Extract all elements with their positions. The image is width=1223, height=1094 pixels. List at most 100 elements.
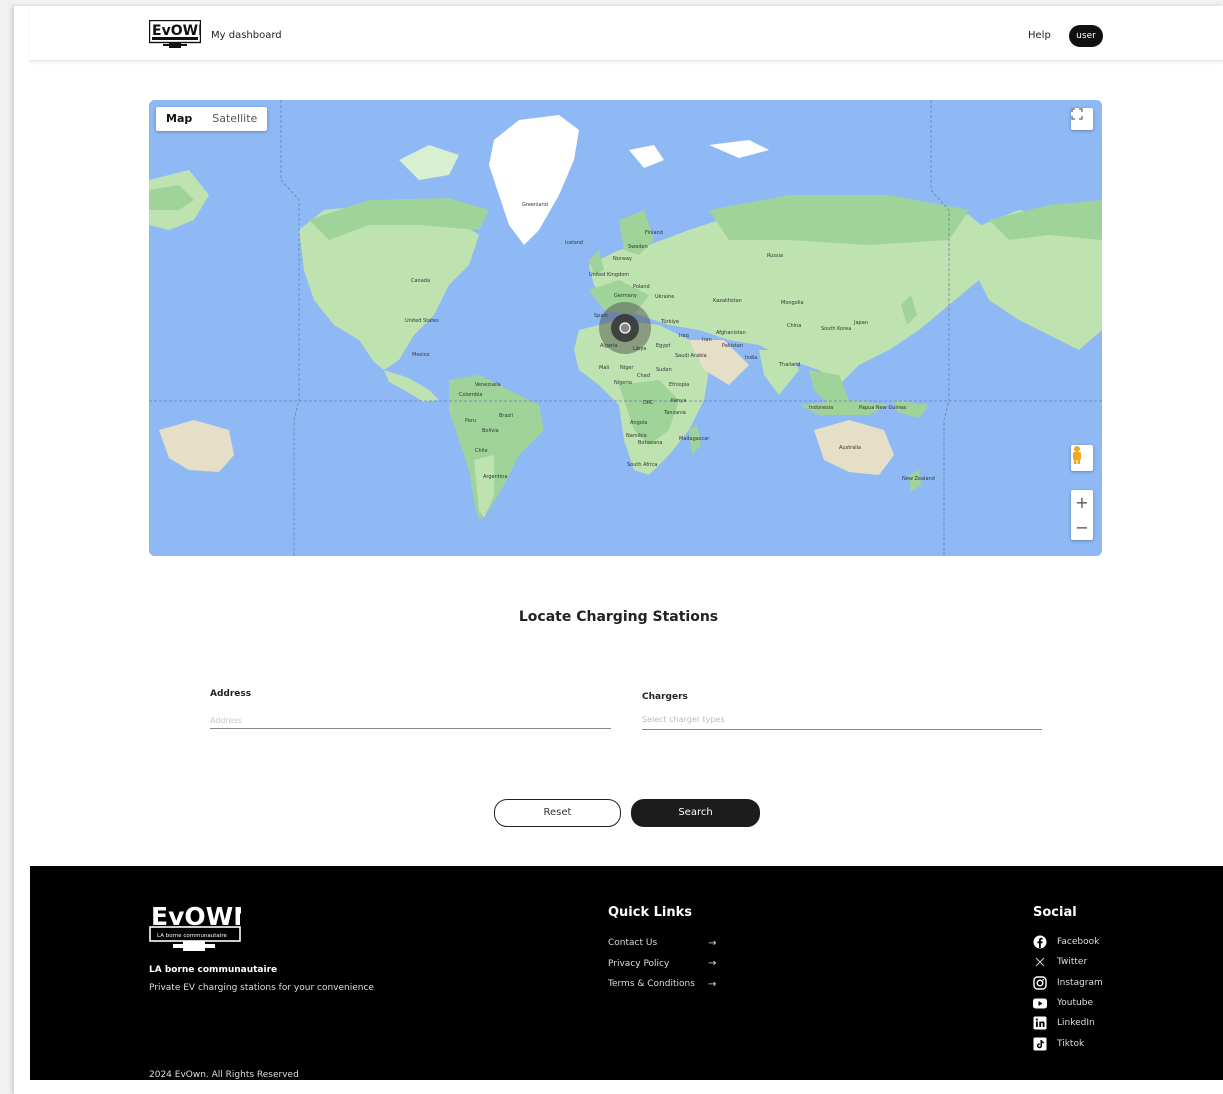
map-label: Papua New Guinea xyxy=(859,405,907,411)
map-label: Norway xyxy=(613,256,632,262)
evown-footer-logo: EvOWN LA borne communautaire xyxy=(149,902,241,951)
map-label: Madagascar xyxy=(679,436,710,442)
map-label: Russia xyxy=(767,253,784,259)
social-label: Tiktok xyxy=(1057,1038,1085,1049)
svg-text:LA borne communautaire: LA borne communautaire xyxy=(157,933,227,939)
map-label: Japan xyxy=(854,320,868,326)
chargers-select[interactable]: Select charger types xyxy=(642,713,1042,730)
map-label: Thailand xyxy=(779,362,801,368)
map-label: Chile xyxy=(475,448,488,454)
map-label: Peru xyxy=(465,418,477,424)
map-label: Spain xyxy=(594,313,608,319)
youtube-icon xyxy=(1033,996,1047,1010)
social-label: LinkedIn xyxy=(1057,1018,1095,1029)
footer-tagline: Private EV charging stations for your co… xyxy=(149,983,374,993)
footer-copyright: 2024 EvOwn. All Rights Reserved xyxy=(149,1070,299,1080)
quick-link-contact[interactable]: Contact Us → xyxy=(608,933,716,954)
map-label: India xyxy=(745,355,758,361)
map-type-toggle: Map Satellite xyxy=(156,107,268,131)
social-youtube[interactable]: Youtube xyxy=(1033,993,1103,1013)
quick-links-list: Contact Us → Privacy Policy → Terms & Co… xyxy=(608,933,716,995)
arrow-right-icon: → xyxy=(708,958,717,970)
quick-link-terms[interactable]: Terms & Conditions → xyxy=(608,974,716,995)
my-dashboard-link[interactable]: My dashboard xyxy=(211,30,282,41)
map-label: Niger xyxy=(620,365,634,371)
address-label: Address xyxy=(210,689,252,699)
search-button[interactable]: Search xyxy=(631,799,760,827)
street-view-pegman-button[interactable] xyxy=(1071,445,1093,471)
fullscreen-button[interactable] xyxy=(1071,108,1093,130)
map-label: Iceland xyxy=(565,240,584,246)
map-label: Egypt xyxy=(656,343,671,349)
map-label: Iraq xyxy=(679,333,689,339)
user-menu-button[interactable]: user xyxy=(1069,25,1103,47)
social-label: Facebook xyxy=(1057,937,1100,948)
map-type-satellite-button[interactable]: Satellite xyxy=(202,107,267,131)
map-label: Angola xyxy=(630,420,648,426)
map-label: Venezuela xyxy=(475,382,501,388)
map-label: Sweden xyxy=(628,244,648,250)
locate-title: Locate Charging Stations xyxy=(518,609,719,625)
reset-button[interactable]: Reset xyxy=(494,799,621,827)
map-label: Finland xyxy=(645,230,663,236)
top-navbar: EvOWN My dashboard Help user xyxy=(30,6,1223,61)
map-label: United Kingdom xyxy=(589,272,630,278)
instagram-icon xyxy=(1033,976,1047,990)
map-label: Saudi Arabia xyxy=(675,353,707,359)
map-label: Mali xyxy=(599,365,610,371)
map-label: South Africa xyxy=(627,462,658,468)
map-type-map-button[interactable]: Map xyxy=(156,107,202,131)
map-label: Colombia xyxy=(459,392,483,398)
map-label: Mongolia xyxy=(781,300,804,306)
fullscreen-icon xyxy=(1071,108,1083,120)
zoom-in-button[interactable]: + xyxy=(1071,490,1093,515)
social-tiktok[interactable]: Tiktok xyxy=(1033,1033,1103,1053)
help-link[interactable]: Help xyxy=(1028,30,1051,41)
map-label: Iran xyxy=(702,337,712,343)
facebook-icon xyxy=(1033,935,1047,949)
map-label: Ukraine xyxy=(655,294,675,300)
quick-link-privacy[interactable]: Privacy Policy → xyxy=(608,954,716,975)
page: EvOWN My dashboard Help user xyxy=(14,6,1223,1094)
footer: EvOWN LA borne communautaire LA borne co… xyxy=(30,866,1223,1080)
map-label: Afghanistan xyxy=(716,330,746,336)
map-label: Bolivia xyxy=(482,428,499,434)
quick-links-title: Quick Links xyxy=(608,905,693,920)
map-label: Sudan xyxy=(656,367,672,373)
map-labels: Greenland Iceland Finland Sweden Norway … xyxy=(149,100,1102,556)
map-label: Poland xyxy=(633,284,650,290)
map-label: Ethiopia xyxy=(669,382,690,388)
zoom-out-button[interactable]: − xyxy=(1071,515,1093,540)
tiktok-icon xyxy=(1033,1037,1047,1051)
evown-logo[interactable]: EvOWN xyxy=(149,20,201,50)
social-label: Instagram xyxy=(1057,977,1103,988)
quick-link-label: Terms & Conditions xyxy=(608,979,695,990)
map-view[interactable]: Greenland Iceland Finland Sweden Norway … xyxy=(149,100,1102,556)
map-label: Chad xyxy=(637,373,650,379)
pegman-icon xyxy=(1073,446,1081,464)
map-label: Kenya xyxy=(671,398,687,404)
map-label: Pakistan xyxy=(722,343,743,349)
social-list: Facebook Twitter Instagram Youtube Linke… xyxy=(1033,932,1103,1054)
map-label: South Korea xyxy=(821,326,852,332)
arrow-right-icon: → xyxy=(708,978,717,990)
chargers-label: Chargers xyxy=(642,692,688,702)
map-label: Türkiye xyxy=(661,319,679,325)
svg-text:EvOWN: EvOWN xyxy=(152,23,201,39)
map-label: Australia xyxy=(839,445,862,451)
map-label: New Zealand xyxy=(902,476,935,482)
social-linkedin[interactable]: LinkedIn xyxy=(1033,1013,1103,1033)
social-label: Youtube xyxy=(1057,998,1093,1009)
map-label: Botswana xyxy=(638,440,663,446)
map-label: Mexico xyxy=(412,352,430,358)
social-twitter[interactable]: Twitter xyxy=(1033,952,1103,972)
address-input[interactable] xyxy=(210,712,611,729)
social-instagram[interactable]: Instagram xyxy=(1033,973,1103,993)
social-facebook[interactable]: Facebook xyxy=(1033,932,1103,952)
arrow-right-icon: → xyxy=(708,937,717,949)
map-label: Kazakhstan xyxy=(713,298,742,304)
social-label: Twitter xyxy=(1057,957,1088,968)
map-label: Argentina xyxy=(483,474,508,480)
linkedin-icon xyxy=(1033,1016,1047,1030)
social-title: Social xyxy=(1033,905,1077,920)
